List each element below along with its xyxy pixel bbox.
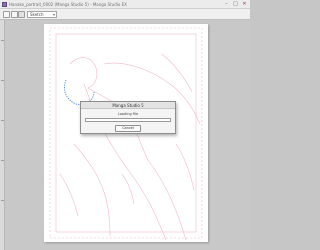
loading-dialog: Manga Studio 5 Loading file Cancel <box>80 101 176 134</box>
head-outline <box>69 57 98 89</box>
title-bar: Hanako_portrait_0002 (Manga Studio 5) - … <box>0 0 250 9</box>
window-title: Hanako_portrait_0002 (Manga Studio 5) - … <box>9 2 127 7</box>
dialog-message: Loading file <box>117 112 139 116</box>
ruler-tick <box>1 200 4 201</box>
ruler-tick <box>1 160 4 161</box>
maximize-button[interactable]: □ <box>231 1 240 8</box>
ruler-tick <box>1 80 4 81</box>
chevron-down-icon: ▾ <box>52 12 55 17</box>
sheet-line <box>175 143 195 191</box>
vertical-ruler <box>0 20 5 250</box>
arm-curve <box>73 143 111 237</box>
close-button[interactable]: ✕ <box>240 1 249 8</box>
leg-outline <box>147 159 187 241</box>
ruler-tick <box>1 40 4 41</box>
application-window: Hanako_portrait_0002 (Manga Studio 5) - … <box>0 0 250 250</box>
ruler-tick <box>1 120 4 121</box>
hand-tool-icon[interactable] <box>3 11 10 18</box>
app-icon <box>2 2 7 7</box>
cloth-line <box>59 173 79 217</box>
layer-tool-icon[interactable] <box>18 11 25 18</box>
zoom-tool-icon[interactable] <box>11 11 18 18</box>
dialog-title: Manga Studio 5 <box>81 102 175 109</box>
hair-strand <box>161 53 193 93</box>
toolbar: Sketch ▾ <box>0 9 250 20</box>
layer-select[interactable]: Sketch ▾ <box>27 11 57 18</box>
progress-bar <box>85 118 171 122</box>
minimize-button[interactable]: – <box>222 1 231 8</box>
layer-select-value: Sketch <box>30 12 44 17</box>
window-controls: – □ ✕ <box>222 1 249 8</box>
cancel-button[interactable]: Cancel <box>115 125 141 132</box>
hip-line <box>121 173 135 205</box>
